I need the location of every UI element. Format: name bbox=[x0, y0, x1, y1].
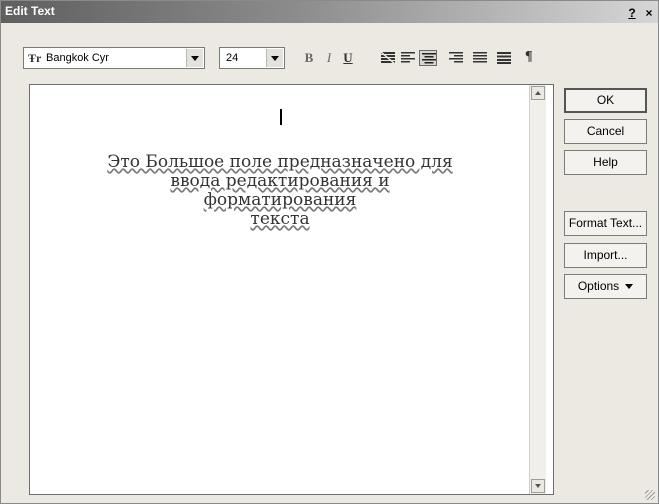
underline-button[interactable]: U bbox=[340, 50, 356, 66]
toolbar: Ŧr Bangkok Cyr 24 B I U ¶ bbox=[1, 23, 658, 81]
format-text-button[interactable]: Format Text... bbox=[564, 211, 647, 236]
bold-button[interactable]: B bbox=[301, 50, 317, 66]
options-label: Options bbox=[577, 279, 620, 293]
close-button[interactable]: × bbox=[643, 5, 655, 21]
align-center-button[interactable] bbox=[419, 50, 437, 66]
editor-content[interactable]: Это Большое поле предназначено для ввода… bbox=[50, 153, 510, 229]
import-button[interactable]: Import... bbox=[564, 243, 647, 268]
dropdown-arrow-icon[interactable] bbox=[186, 49, 203, 67]
window-title: Edit Text bbox=[5, 4, 55, 18]
font-size-select[interactable]: 24 bbox=[219, 47, 285, 69]
vertical-scrollbar[interactable] bbox=[529, 85, 546, 494]
align-justify-icon bbox=[473, 52, 487, 63]
editor-line: текста bbox=[250, 209, 310, 229]
editor-line: Это Большое поле предназначено для bbox=[107, 152, 453, 172]
align-none-button[interactable] bbox=[379, 50, 397, 66]
cancel-button[interactable]: Cancel bbox=[564, 119, 647, 144]
align-force-justify-button[interactable] bbox=[495, 50, 513, 66]
align-none-icon bbox=[381, 52, 395, 64]
align-left-icon bbox=[401, 52, 415, 63]
align-left-button[interactable] bbox=[399, 50, 417, 66]
align-right-icon bbox=[449, 52, 463, 63]
font-select[interactable]: Ŧr Bangkok Cyr bbox=[23, 47, 205, 69]
align-right-button[interactable] bbox=[447, 50, 465, 66]
ok-button[interactable]: OK bbox=[564, 88, 647, 113]
font-size-value: 24 bbox=[226, 52, 239, 64]
paragraph-icon[interactable]: ¶ bbox=[525, 49, 533, 65]
align-justify-button[interactable] bbox=[471, 50, 489, 66]
font-type-icon: Ŧr bbox=[28, 51, 42, 65]
align-center-icon bbox=[422, 53, 436, 64]
title-help-button[interactable]: ? bbox=[625, 5, 639, 21]
chevron-down-icon bbox=[625, 284, 634, 290]
options-button[interactable]: Options bbox=[564, 274, 647, 299]
text-editor[interactable]: Это Большое поле предназначено для ввода… bbox=[29, 84, 554, 495]
editor-line: форматирования bbox=[203, 190, 357, 210]
align-force-justify-icon bbox=[497, 52, 511, 64]
scroll-down-icon[interactable] bbox=[531, 479, 545, 493]
dropdown-arrow-icon[interactable] bbox=[266, 49, 283, 67]
font-name-value: Bangkok Cyr bbox=[46, 52, 109, 64]
title-bar[interactable]: Edit Text ? × bbox=[1, 1, 658, 23]
italic-button[interactable]: I bbox=[321, 50, 337, 66]
edit-text-dialog: Edit Text ? × Ŧr Bangkok Cyr 24 B I U ¶ … bbox=[0, 0, 659, 504]
editor-line: ввода редактирования и bbox=[170, 171, 390, 191]
scroll-up-icon[interactable] bbox=[531, 86, 545, 100]
text-cursor bbox=[280, 109, 282, 125]
resize-grip-icon[interactable] bbox=[645, 490, 655, 500]
help-button[interactable]: Help bbox=[564, 150, 647, 175]
